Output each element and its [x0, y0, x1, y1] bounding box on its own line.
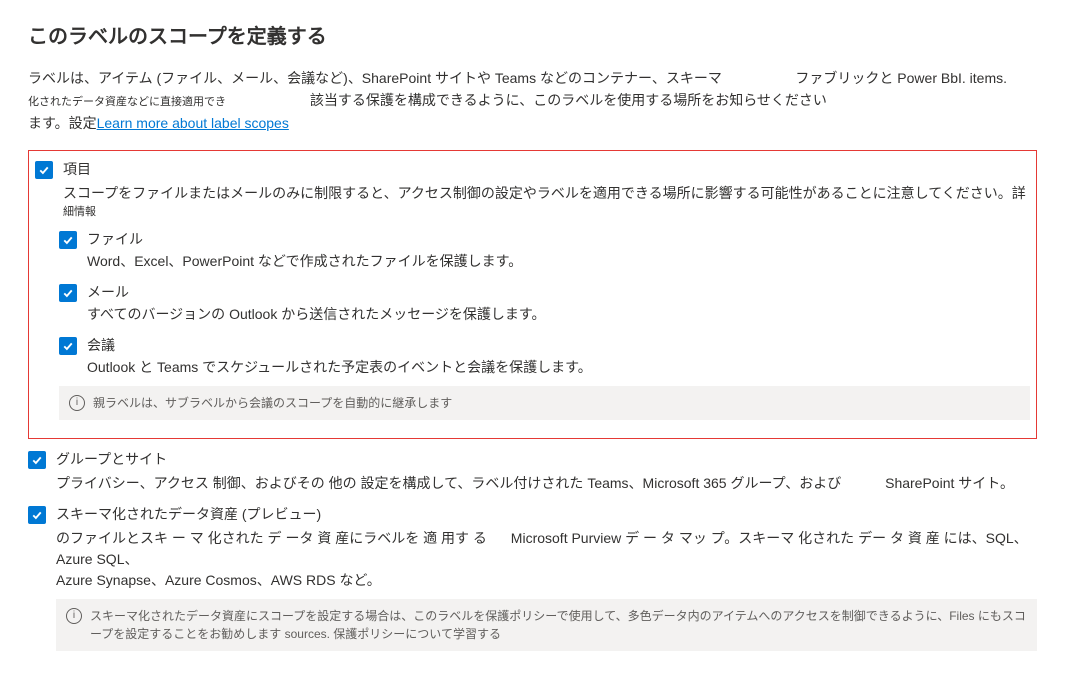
files-checkbox[interactable] [59, 231, 77, 249]
meetings-checkbox[interactable] [59, 337, 77, 355]
items-description: スコープをファイルまたはメールのみに制限すると、アクセス制御の設定やラベルを適用… [63, 183, 1030, 221]
intro-paragraph: ラベルは、アイテム (ファイル、メール、会議など)、SharePoint サイト… [28, 67, 1037, 134]
items-checkbox[interactable] [35, 161, 53, 179]
page-title: このラベルのスコープを定義する [28, 20, 1037, 49]
meetings-info-banner: i 親ラベルは、サブラベルから会議のスコープを自動的に継承します [59, 386, 1030, 420]
schema-label: スキーマ化されたデータ資産 (プレビュー) [56, 504, 321, 524]
intro-line3: ます。設定 [28, 115, 97, 131]
intro-line2: 該当する保護を構成できるように、このラベルを使用する場所をお知らせください [310, 92, 827, 108]
meetings-label: 会議 [87, 335, 115, 355]
intro-line1-sub: 化されたデータ資産などに直接適用でき [28, 96, 226, 108]
items-highlight-box: 項目 スコープをファイルまたはメールのみに制限すると、アクセス制御の設定やラベル… [28, 150, 1037, 439]
schema-checkbox[interactable] [28, 506, 46, 524]
schema-info-banner: i スキーマ化されたデータ資産にスコープを設定する場合は、このラベルを保護ポリシ… [56, 599, 1037, 651]
schema-description: のファイルとスキ ー マ 化された デ ータ 資 産にラベルを 適 用す る M… [56, 528, 1037, 591]
info-icon: i [69, 395, 85, 411]
email-label: メール [87, 282, 129, 302]
items-label: 項目 [63, 159, 91, 179]
info-icon: i [66, 608, 82, 624]
intro-line1: ラベルは、アイテム (ファイル、メール、会議など)、SharePoint サイト… [28, 70, 722, 86]
files-label: ファイル [87, 229, 143, 249]
files-description: Word、Excel、PowerPoint などで作成されたファイルを保護します… [87, 251, 1030, 272]
email-checkbox[interactable] [59, 284, 77, 302]
intro-line1-right: ファブリックと Power BbI. items. [795, 67, 1007, 89]
meetings-info-text: 親ラベルは、サブラベルから会議のスコープを自動的に継承します [93, 394, 452, 412]
learn-more-link[interactable]: Learn more about label scopes [97, 115, 289, 131]
groups-description: プライバシー、アクセス 制御、およびその 他の 設定を構成して、ラベル付けされた… [56, 473, 1037, 494]
items-more-info[interactable]: 細情報 [63, 204, 1030, 221]
schema-info-text: スキーマ化されたデータ資産にスコープを設定する場合は、このラベルを保護ポリシーで… [90, 607, 1027, 643]
groups-checkbox[interactable] [28, 451, 46, 469]
meetings-description: Outlook と Teams でスケジュールされた予定表のイベントと会議を保護… [87, 357, 1030, 378]
groups-label: グループとサイト [56, 449, 167, 469]
email-description: すべてのバージョンの Outlook から送信されたメッセージを保護します。 [87, 304, 1030, 325]
